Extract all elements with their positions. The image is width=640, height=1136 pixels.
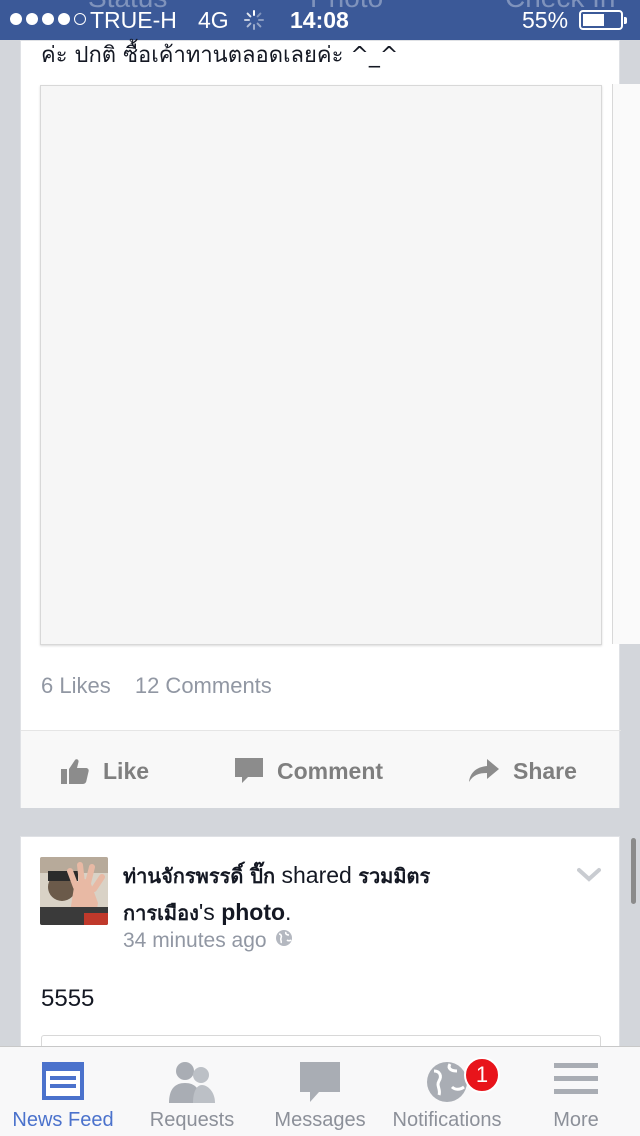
tab-notifications[interactable]: 1 Notifications [384,1047,510,1136]
globe-privacy-icon [275,929,293,953]
tab-label: More [553,1109,599,1131]
carrier-name: TRUE-H [90,7,177,33]
like-label: Like [103,757,150,784]
photo-link[interactable]: photo [221,899,285,925]
tab-more[interactable]: More [512,1047,640,1136]
comments-count[interactable]: 12 Comments [135,673,272,698]
avatar[interactable] [40,857,108,925]
notification-badge: 1 [464,1057,500,1093]
likes-count[interactable]: 6 Likes [41,673,111,698]
post-actions: Like Comment Share [21,731,619,808]
tab-messages[interactable]: Messages [256,1047,384,1136]
post-body-text: 5555 [41,985,95,1012]
possessive: 's [198,899,215,925]
battery-icon [579,10,627,30]
post-options-chevron-icon[interactable] [577,867,601,887]
status-bar: Status Photo Check In TRUE-H 4G 14:08 55… [0,0,640,40]
period: . [285,899,292,925]
signal-strength-icon [10,13,86,25]
author-name[interactable]: ท่านจักรพรรดิ์ ปิ๊ก [123,864,275,888]
share-button[interactable]: Share [469,755,577,787]
post-counts: 6 Likes 12 Comments [41,673,272,699]
share-label: Share [513,757,577,784]
tab-label: Messages [274,1109,366,1131]
shared-word: shared [281,862,352,888]
next-photo-peek[interactable] [612,84,640,644]
tab-bar: News Feed Requests Messages 1 Notificati… [0,1046,640,1136]
share-arrow-icon [469,759,499,783]
tab-label: Notifications [392,1109,502,1131]
thumbs-up-icon [61,758,89,784]
post-card-1: ค่ะ ปกติ ซื้อเค้าทานตลอดเลยค่ะ ^_^ 6 Lik… [20,40,621,808]
tab-label: News Feed [12,1109,114,1131]
messages-icon [299,1061,341,1109]
post-photo[interactable] [40,85,602,645]
globe-icon [426,1061,468,1109]
comment-bubble-icon [235,758,263,784]
timestamp-text: 34 minutes ago [123,929,267,952]
menu-icon [554,1061,598,1103]
network-type: 4G [198,7,229,33]
news-feed-icon [41,1061,85,1107]
comment-button[interactable]: Comment [235,755,383,787]
comment-label: Comment [277,757,384,784]
friend-requests-icon [167,1061,217,1109]
post-header: ท่านจักรพรรดิ์ ปิ๊ก shared รวมมิตรการเมื… [123,857,483,931]
post-text: ค่ะ ปกติ ซื้อเค้าทานตลอดเลยค่ะ ^_^ [41,43,399,68]
tab-requests[interactable]: Requests [128,1047,256,1136]
like-button[interactable]: Like [61,755,149,787]
clock: 14:08 [290,7,349,33]
scrollbar[interactable] [631,838,636,904]
tab-news-feed[interactable]: News Feed [0,1047,126,1136]
activity-spinner-icon [244,10,264,36]
tab-label: Requests [149,1109,235,1131]
post-timestamp[interactable]: 34 minutes ago [123,929,293,953]
battery-percent: 55% [522,7,569,33]
